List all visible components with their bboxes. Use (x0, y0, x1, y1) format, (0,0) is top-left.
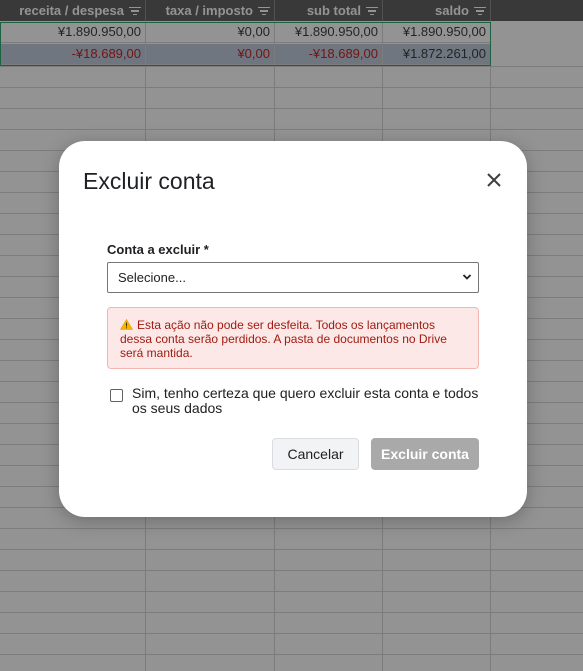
warning-text: Esta ação não pode ser desfeita. Todos o… (120, 318, 447, 360)
delete-account-button[interactable]: Excluir conta (371, 438, 479, 470)
confirm-checkbox[interactable] (110, 389, 123, 402)
dialog-title: Excluir conta (83, 168, 215, 194)
account-select-value: Selecione... (118, 270, 186, 285)
cancel-button[interactable]: Cancelar (272, 438, 359, 470)
close-icon[interactable] (483, 169, 505, 191)
delete-account-dialog: Excluir conta Conta a excluir * Selecion… (59, 141, 527, 517)
warning-alert: Esta ação não pode ser desfeita. Todos o… (107, 307, 479, 369)
warning-icon (120, 319, 133, 330)
account-select[interactable]: Selecione... (107, 262, 479, 293)
confirm-row[interactable]: Sim, tenho certeza que quero excluir est… (110, 386, 490, 416)
chevron-down-icon (462, 274, 472, 280)
confirm-label[interactable]: Sim, tenho certeza que quero excluir est… (132, 386, 490, 416)
account-field-label: Conta a excluir * (107, 242, 209, 257)
